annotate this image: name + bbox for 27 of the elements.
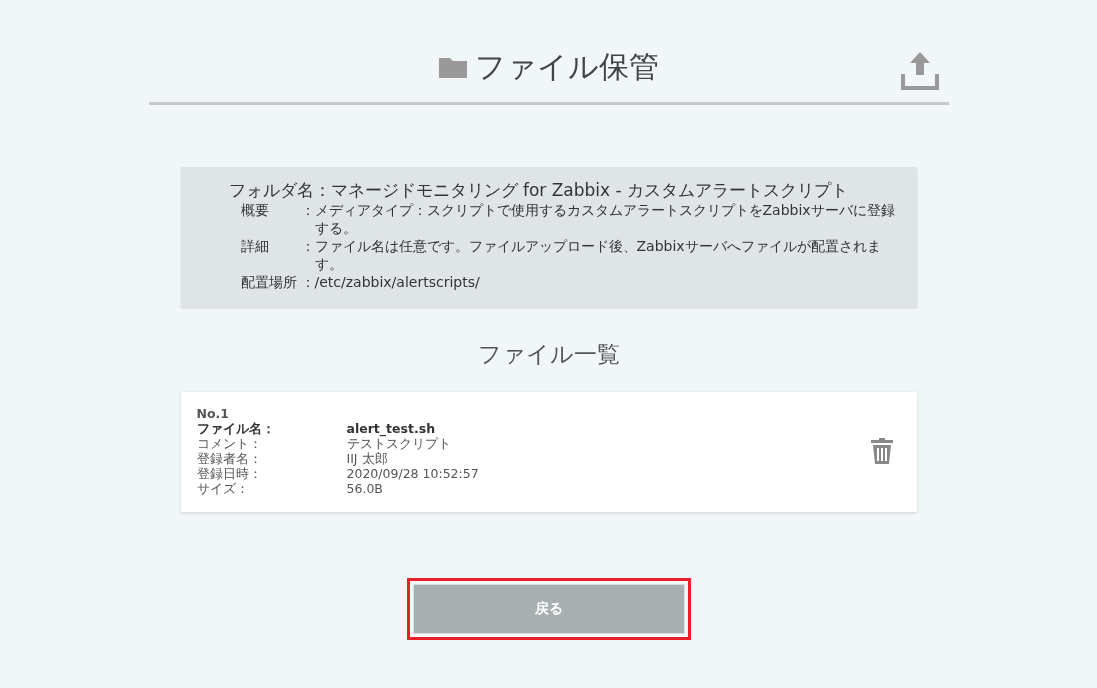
field-label: ファイル名： — [196, 420, 276, 436]
info-value: /etc/zabbix/alertscripts/ — [314, 273, 480, 291]
section-title: ファイル一覧 — [476, 340, 621, 369]
field-label: コメント： — [196, 435, 263, 451]
back-button[interactable]: 戻る — [412, 583, 685, 634]
field-label: 登録者名： — [196, 450, 263, 466]
file-number: No.1 — [196, 405, 230, 421]
info-value: メディアタイプ：スクリプトで使用するカスタムアラートスクリプトをZabbixサーバに登録する。 — [314, 201, 896, 237]
folder-icon — [438, 55, 467, 78]
field-value: alert_test.sh — [346, 420, 436, 436]
field-value: テストスクリプト — [346, 435, 451, 451]
field-value: IIJ 太郎 — [346, 450, 388, 466]
field-label: サイズ： — [196, 480, 250, 496]
info-label: 概要 — [240, 201, 270, 220]
upload-icon[interactable] — [900, 52, 939, 90]
info-label: 配置場所 — [240, 273, 298, 291]
trash-icon[interactable] — [870, 437, 893, 464]
colon: ： — [300, 273, 315, 291]
field-label: 登録日時： — [196, 465, 263, 481]
page-title: ファイル保管 — [474, 48, 659, 86]
field-value: 56.0B — [346, 480, 383, 496]
field-value: 2020/09/28 10:52:57 — [346, 465, 479, 481]
info-label: 詳細 — [240, 237, 270, 256]
info-value: ファイル名は任意です。ファイルアップロード後、Zabbixサーバへファイルが配置されます。 — [314, 237, 882, 273]
colon: ： — [300, 237, 315, 256]
folder-name: フォルダ名：マネージドモニタリング for Zabbix - カスタムアラートスクリプト — [228, 179, 850, 201]
colon: ： — [300, 201, 315, 220]
